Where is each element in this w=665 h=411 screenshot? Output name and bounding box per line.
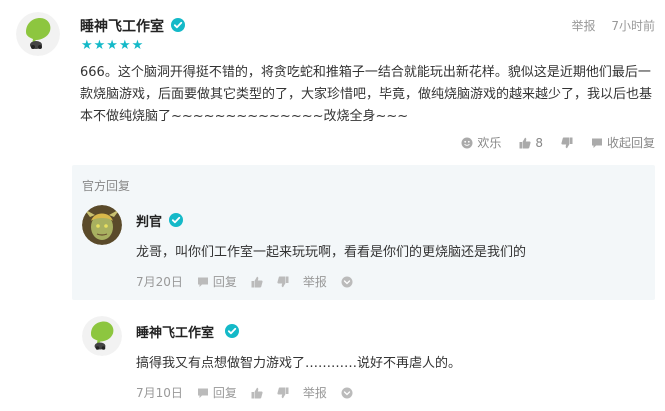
reply-label: 回复 (212, 275, 237, 289)
chevron-down-icon[interactable] (341, 387, 353, 399)
thumbs-up-icon[interactable] (251, 276, 263, 288)
reply-date: 7月10日 (136, 386, 183, 400)
chevron-down-icon[interactable] (341, 276, 353, 288)
comment-content: 666。这个脑洞开得挺不错的，将贪吃蛇和推箱子一结合就能玩出新花样。貌似这是近期… (80, 65, 653, 124)
comment-time: 7小时前 (611, 19, 655, 33)
thumbs-up-icon[interactable] (251, 387, 263, 399)
reply-report-button[interactable]: 举报 (303, 384, 327, 401)
like-count: 8 (535, 135, 543, 150)
chat-bubble-icon (197, 277, 208, 287)
thumbs-down-icon[interactable] (277, 276, 289, 288)
happy-label: 欢乐 (477, 136, 502, 150)
collapse-label: 收起回复 (606, 136, 655, 150)
reply-avatar-judge[interactable] (82, 205, 122, 245)
official-reply-title: 官方回复 (82, 179, 131, 193)
thumbs-down-icon[interactable] (277, 387, 289, 399)
report-button[interactable]: 举报 (572, 19, 596, 33)
rating-stars: ★★★★★ (81, 38, 145, 53)
verified-badge-icon (171, 18, 185, 32)
thumbs-down-icon (561, 137, 573, 148)
reply-date: 7月20日 (136, 275, 183, 289)
author-avatar[interactable] (16, 12, 60, 56)
comment-meta: 举报 7小时前 (560, 17, 655, 34)
author-name[interactable]: 睡神飞工作室 (80, 16, 164, 36)
chat-bubble-icon (591, 138, 602, 148)
reply-text: 龙哥，叫你们工作室一起来玩玩啊，看看是你们的更烧脑还是我们的 (136, 245, 527, 260)
reply-avatar-studio[interactable] (82, 316, 122, 356)
chat-bubble-icon (197, 388, 208, 398)
comment-actions: 欢乐 8 收起回复 (461, 134, 655, 151)
reply-author[interactable]: 睡神飞工作室 (136, 322, 214, 341)
verified-badge-icon (169, 213, 183, 227)
thumbs-up-icon (519, 137, 531, 148)
happy-button[interactable]: 欢乐 (461, 134, 501, 151)
reply-author[interactable]: 判官 (136, 211, 162, 230)
like-button[interactable]: 8 (519, 136, 543, 150)
official-reply-section: 官方回复 判官 龙哥，叫你们工作室一起来玩玩啊，看看是你们的更烧脑还是我们的 7… (72, 165, 655, 300)
smile-icon (461, 137, 473, 148)
reply-meta: 7月20日 回复 举报 (136, 273, 353, 290)
reply-meta: 7月10日 回复 举报 (136, 384, 353, 401)
reply-label: 回复 (212, 386, 237, 400)
reply-button[interactable]: 回复 (197, 384, 237, 401)
reply-text: 搞得我又有点想做智力游戏了…………说好不再虐人的。 (136, 356, 462, 371)
verified-badge-icon (225, 324, 239, 338)
reply-button[interactable]: 回复 (197, 273, 237, 290)
dislike-button[interactable] (561, 137, 573, 149)
collapse-replies-button[interactable]: 收起回复 (591, 134, 655, 151)
reply-report-button[interactable]: 举报 (303, 273, 327, 290)
